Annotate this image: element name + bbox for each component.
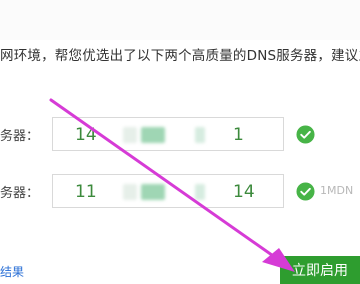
dns-row-secondary: 务器： 11 14 1MDN	[0, 174, 360, 210]
primary-dns-field[interactable]: 14 1	[52, 117, 284, 151]
check-circle-icon	[296, 125, 315, 144]
secondary-dns-value-start: 11	[75, 182, 97, 202]
secondary-dns-status: 1MDN	[320, 184, 354, 197]
secondary-dns-field[interactable]: 11 14	[52, 174, 284, 208]
check-circle-icon	[296, 182, 315, 201]
redaction-blur	[195, 184, 205, 200]
redaction-blur	[195, 127, 205, 143]
secondary-dns-value-end: 14	[233, 182, 255, 202]
primary-dns-value-end: 1	[233, 125, 244, 145]
redaction-blur	[141, 127, 165, 143]
redaction-blur	[123, 184, 137, 200]
primary-dns-value-start: 14	[75, 125, 97, 145]
primary-dns-label: 务器：	[0, 129, 40, 144]
result-link[interactable]: 结果	[0, 263, 24, 280]
redaction-blur	[141, 184, 165, 200]
header-strip	[0, 0, 360, 40]
dns-recommendation-text: 网环境，帮您优选出了以下两个高质量的DNS服务器，建议立	[0, 48, 360, 64]
secondary-dns-label: 务器：	[0, 186, 40, 201]
redaction-blur	[123, 127, 137, 143]
dns-row-primary: 务器： 14 1	[0, 117, 360, 153]
